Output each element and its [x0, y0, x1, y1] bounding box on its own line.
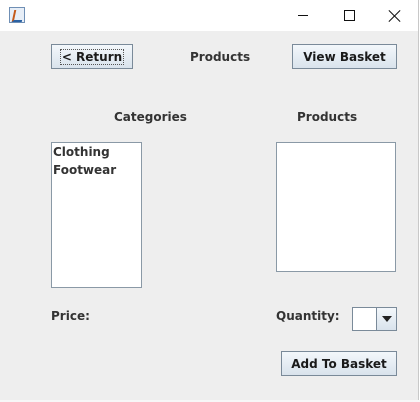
page-title: Products	[190, 50, 251, 64]
title-bar[interactable]	[0, 0, 418, 31]
add-to-basket-button[interactable]: Add To Basket	[281, 351, 397, 376]
minimize-icon	[298, 15, 308, 16]
categories-heading: Categories	[114, 110, 187, 124]
products-heading: Products	[297, 110, 358, 124]
maximize-button[interactable]	[326, 0, 372, 31]
app-window: < Return Products View Basket Categories…	[0, 0, 419, 401]
java-app-icon	[9, 7, 25, 23]
return-button[interactable]: < Return	[51, 44, 133, 69]
list-item-clothing[interactable]: Clothing	[52, 143, 141, 161]
products-list[interactable]	[276, 142, 396, 272]
close-icon	[389, 10, 401, 22]
price-label: Price:	[51, 309, 90, 323]
chevron-down-icon[interactable]	[376, 308, 396, 330]
minimize-button[interactable]	[280, 0, 326, 31]
categories-list[interactable]: Clothing Footwear	[51, 142, 142, 288]
return-button-label: < Return	[59, 48, 125, 65]
view-basket-button[interactable]: View Basket	[292, 44, 397, 69]
list-item-footwear[interactable]: Footwear	[52, 161, 141, 179]
quantity-dropdown[interactable]	[352, 307, 397, 331]
close-button[interactable]	[372, 0, 418, 31]
quantity-value	[353, 308, 377, 330]
maximize-icon	[343, 10, 355, 21]
quantity-label: Quantity:	[276, 309, 340, 323]
